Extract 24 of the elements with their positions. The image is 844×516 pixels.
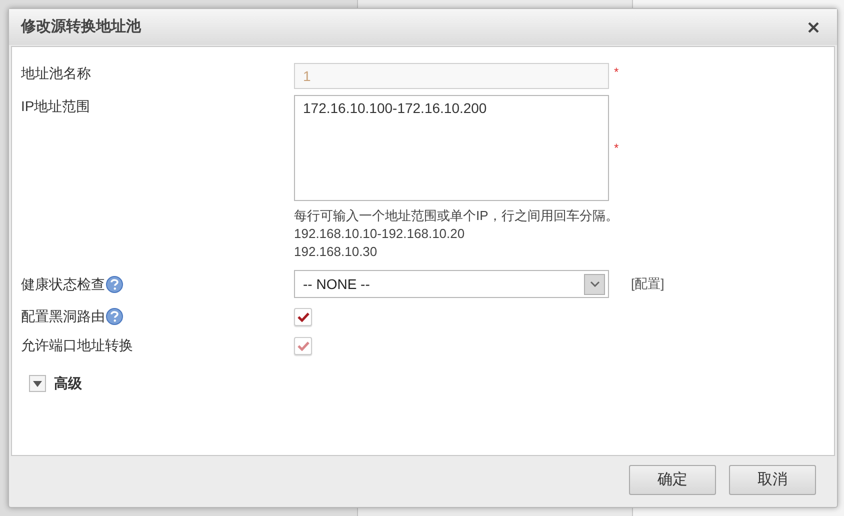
checkbox[interactable] [294, 308, 312, 326]
ip-range-textarea[interactable]: 172.16.10.100-172.16.10.200 [294, 95, 609, 201]
field-label: 健康状态检查 [21, 274, 105, 294]
collapse-toggle-icon[interactable] [29, 375, 46, 392]
field-label: 地址池名称 [21, 64, 91, 83]
close-icon[interactable] [808, 22, 819, 32]
required-mark: * [614, 140, 619, 157]
field-label: IP地址范围 [21, 97, 90, 116]
dialog-title: 修改源转换地址池 [21, 16, 141, 37]
health-check-select[interactable]: -- NONE -- [294, 270, 609, 298]
hint-text: 192.168.10.30 [294, 243, 378, 261]
configure-link[interactable]: [配置] [631, 274, 664, 294]
checkmark-icon [296, 340, 310, 350]
help-icon[interactable] [106, 308, 123, 325]
hint-text: 每行可输入一个地址范围或单个IP，行之间用回车分隔。 [294, 207, 619, 225]
help-icon[interactable] [106, 276, 123, 292]
dialog-button[interactable]: 确定 [629, 465, 716, 495]
field-label: 配置黑洞路由 [21, 307, 105, 326]
dialog-button[interactable]: 取消 [729, 465, 816, 495]
field-label: 允许端口地址转换 [21, 336, 133, 355]
hint-text: 192.168.10.10-192.168.10.20 [294, 225, 466, 243]
checkmark-icon [296, 312, 310, 322]
required-mark: * [614, 64, 619, 81]
advanced-section-label[interactable]: 高级 [54, 373, 82, 394]
